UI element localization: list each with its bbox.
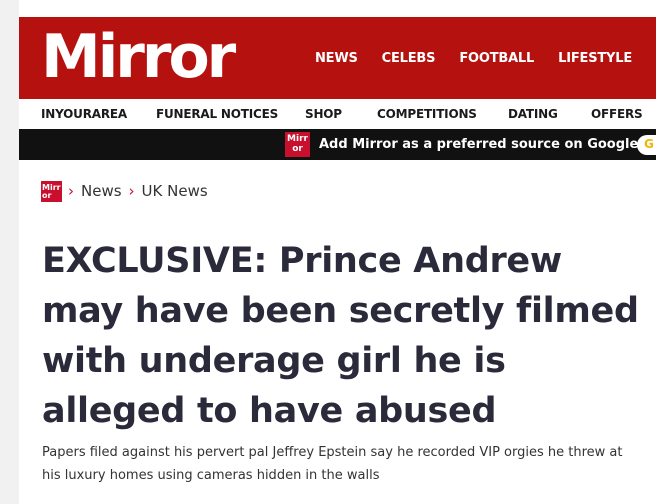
nav-news[interactable]: NEWS [315,51,358,66]
article-page: Mirror NEWS CELEBS FOOTBALL LIFESTYLE IN… [19,0,656,504]
article-headline: EXCLUSIVE: Prince Andrew may have been s… [42,241,639,431]
masthead: Mirror NEWS CELEBS FOOTBALL LIFESTYLE [19,17,656,99]
sub-nav-inyourarea[interactable]: INYOURAREA [41,107,127,121]
nav-celebs[interactable]: CELEBS [382,51,436,66]
article-standfirst: Papers filed against his pervert pal Jef… [42,445,623,483]
sub-nav-funeral-notices[interactable]: FUNERAL NOTICES [156,107,278,121]
main-nav: NEWS CELEBS FOOTBALL LIFESTYLE [315,17,632,99]
mirror-small-logo: Mirr or [285,132,310,157]
chevron-right-icon: › [68,182,74,200]
banner-text[interactable]: Add Mirror as a preferred source on Goog… [319,137,638,152]
page: Mirror NEWS CELEBS FOOTBALL LIFESTYLE IN… [0,0,656,504]
sub-nav-offers[interactable]: OFFERS [591,107,643,121]
mirror-home-icon[interactable]: Mirr or [41,180,62,202]
preferred-source-banner[interactable]: Mirr or Add Mirror as a preferred source… [19,129,656,160]
sub-nav-dating[interactable]: DATING [508,107,558,121]
nav-lifestyle[interactable]: LIFESTYLE [558,51,632,66]
sub-nav-shop[interactable]: SHOP [305,107,342,121]
google-icon: G [644,137,654,151]
mirror-logo[interactable]: Mirror [41,24,236,90]
chevron-right-icon: › [128,182,135,200]
breadcrumb-news[interactable]: News [81,182,122,200]
sub-nav-competitions[interactable]: COMPETITIONS [377,107,477,121]
nav-football[interactable]: FOOTBALL [459,51,534,66]
breadcrumb-uk-news[interactable]: UK News [142,182,208,200]
breadcrumb: Mirr or › News › UK News [41,180,215,202]
google-button[interactable]: G [637,135,656,155]
sub-nav: INYOURAREA FUNERAL NOTICES SHOP COMPETIT… [19,99,656,129]
